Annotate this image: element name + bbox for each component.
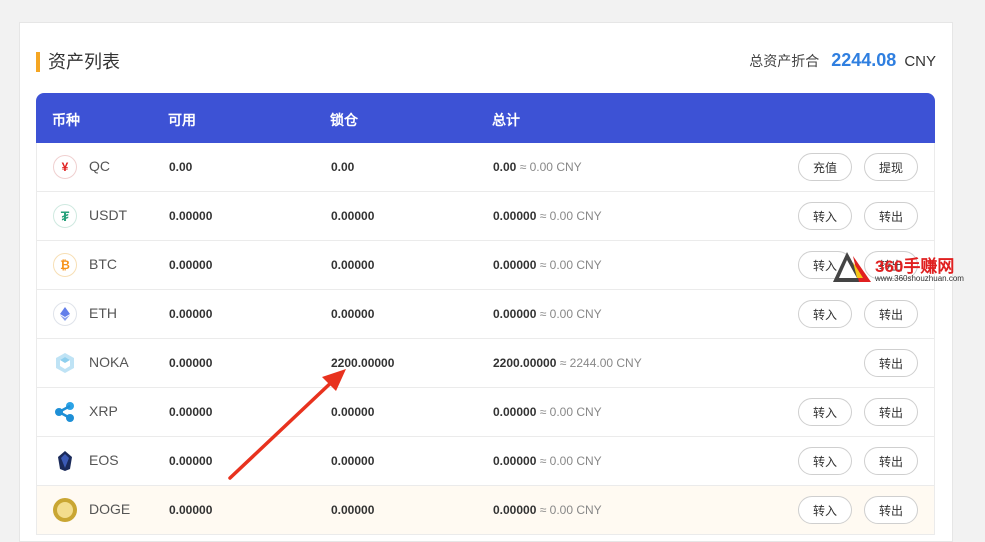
available-value: 0.00000 <box>169 307 213 321</box>
available-value: 0.00000 <box>169 356 213 370</box>
coin-name: QC <box>89 158 110 174</box>
transfer-out-button[interactable]: 转出 <box>864 496 918 524</box>
title-accent-bar <box>36 52 40 72</box>
total-value: 0.00000 ≈ 0.00 CNY <box>493 307 602 321</box>
total-value: 0.00000 ≈ 0.00 CNY <box>493 454 602 468</box>
transfer-out-button[interactable]: 转出 <box>864 300 918 328</box>
bitcoin-icon: ₿ <box>53 253 77 277</box>
available-value: 0.00000 <box>169 209 213 223</box>
transfer-out-button[interactable]: 转出 <box>864 349 918 377</box>
col-locked: 锁仓 <box>330 112 358 128</box>
transfer-in-button[interactable]: 转入 <box>798 300 852 328</box>
locked-value: 0.00000 <box>331 209 375 223</box>
deposit-button[interactable]: 充值 <box>798 153 852 181</box>
table-row: EOS 0.00000 0.00000 0.00000 ≈ 0.00 CNY 转… <box>36 437 935 486</box>
total-value: 0.00000 ≈ 0.00 CNY <box>493 405 602 419</box>
total-assets-label: 总资产折合 <box>749 53 820 69</box>
locked-value: 0.00 <box>331 160 355 174</box>
col-total: 总计 <box>492 112 520 128</box>
coin-name: NOKA <box>89 354 129 370</box>
coin-name: EOS <box>89 452 119 468</box>
yen-icon: ¥ <box>53 155 77 179</box>
col-coin: 币种 <box>52 112 80 128</box>
noka-icon <box>53 351 77 375</box>
locked-value: 0.00000 <box>331 307 375 321</box>
coin-name: DOGE <box>89 501 131 517</box>
coin-name: ETH <box>89 305 117 321</box>
table-row: DOGE 0.00000 0.00000 0.00000 ≈ 0.00 CNY … <box>36 486 935 535</box>
total-value: 0.00000 ≈ 0.00 CNY <box>493 503 602 517</box>
total-value: 2200.00000 ≈ 2244.00 CNY <box>493 356 642 370</box>
total-assets: 总资产折合 2244.08 CNY <box>749 50 936 76</box>
col-available: 可用 <box>168 112 196 128</box>
table-row: NOKA 0.00000 2200.00000 2200.00000 ≈ 224… <box>36 339 935 388</box>
ripple-icon <box>53 400 77 424</box>
table-row: ₿ BTC 0.00000 0.00000 0.00000 ≈ 0.00 CNY… <box>36 241 935 290</box>
transfer-in-button[interactable]: 转入 <box>798 447 852 475</box>
total-assets-value: 2244.08 <box>831 50 897 70</box>
watermark: 360手赚网 www.360shouzhuan.com <box>833 250 983 290</box>
table-row: ¥ QC 0.00 0.00 0.00 ≈ 0.00 CNY 充值 提现 <box>36 143 935 192</box>
table-row: ETH 0.00000 0.00000 0.00000 ≈ 0.00 CNY 转… <box>36 290 935 339</box>
total-assets-currency: CNY <box>904 53 936 70</box>
page-title: 资产列表 <box>48 52 120 72</box>
asset-table: 币种 可用 锁仓 总计 ¥ QC 0.00 0.00 0.00 ≈ 0.00 C… <box>36 93 935 535</box>
available-value: 0.00000 <box>169 454 213 468</box>
total-value: 0.00000 ≈ 0.00 CNY <box>493 209 602 223</box>
transfer-out-button[interactable]: 转出 <box>864 447 918 475</box>
coin-name: BTC <box>89 256 117 272</box>
locked-value: 0.00000 <box>331 503 375 517</box>
watermark-url: www.360shouzhuan.com <box>875 274 964 283</box>
transfer-in-button[interactable]: 转入 <box>798 202 852 230</box>
available-value: 0.00000 <box>169 503 213 517</box>
coin-name: XRP <box>89 403 118 419</box>
total-value: 0.00 ≈ 0.00 CNY <box>493 160 582 174</box>
transfer-in-button[interactable]: 转入 <box>798 496 852 524</box>
locked-value: 0.00000 <box>331 258 375 272</box>
withdraw-button[interactable]: 提现 <box>864 153 918 181</box>
locked-value: 2200.00000 <box>331 356 395 370</box>
dogecoin-icon <box>53 498 77 522</box>
available-value: 0.00000 <box>169 258 213 272</box>
ethereum-icon <box>53 302 77 326</box>
transfer-out-button[interactable]: 转出 <box>864 202 918 230</box>
table-header: 币种 可用 锁仓 总计 <box>36 93 935 143</box>
table-row: ₮ USDT 0.00000 0.00000 0.00000 ≈ 0.00 CN… <box>36 192 935 241</box>
tether-icon: ₮ <box>53 204 77 228</box>
transfer-out-button[interactable]: 转出 <box>864 398 918 426</box>
coin-name: USDT <box>89 207 128 223</box>
available-value: 0.00000 <box>169 405 213 419</box>
locked-value: 0.00000 <box>331 454 375 468</box>
available-value: 0.00 <box>169 160 193 174</box>
transfer-in-button[interactable]: 转入 <box>798 398 852 426</box>
table-row: XRP 0.00000 0.00000 0.00000 ≈ 0.00 CNY 转… <box>36 388 935 437</box>
eos-icon <box>53 449 77 473</box>
locked-value: 0.00000 <box>331 405 375 419</box>
watermark-logo-icon <box>833 252 871 282</box>
total-value: 0.00000 ≈ 0.00 CNY <box>493 258 602 272</box>
